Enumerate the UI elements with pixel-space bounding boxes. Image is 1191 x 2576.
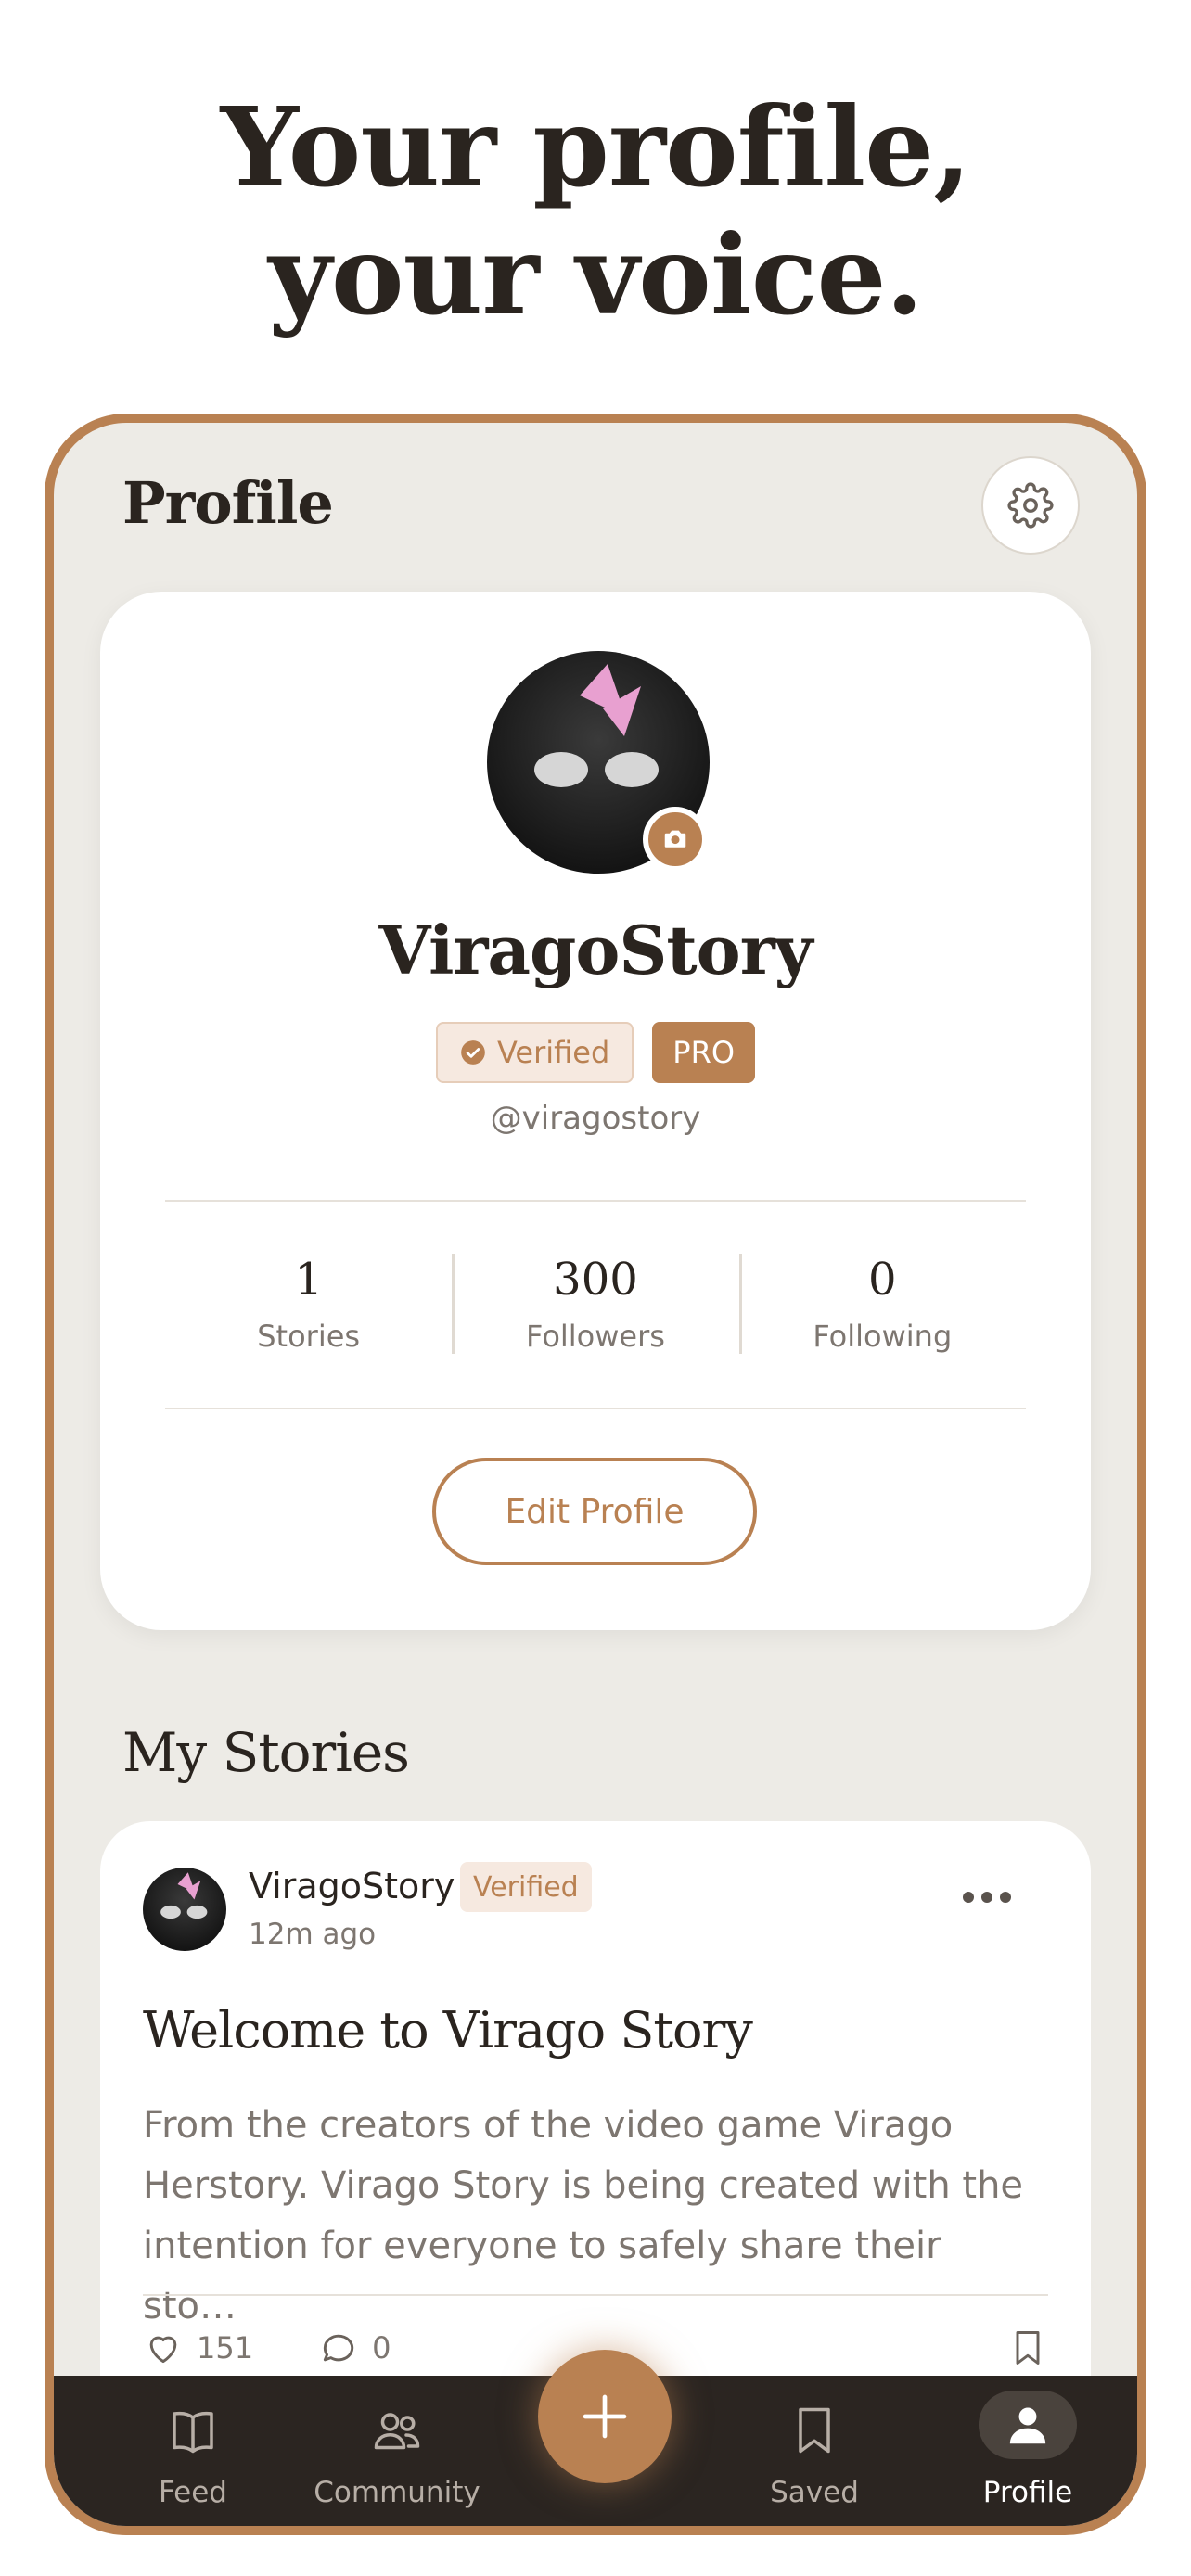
page-title: Profile — [122, 469, 334, 537]
stat-value: 300 — [553, 1254, 638, 1306]
tab-profile[interactable]: Profile — [954, 2376, 1102, 2526]
marketing-headline: Your profile, your voice. — [0, 83, 1191, 339]
verified-badge: Verified — [435, 1022, 634, 1083]
tab-label: Profile — [982, 2476, 1073, 2509]
save-story-button[interactable] — [1007, 2327, 1048, 2368]
stat-stories[interactable]: 1 Stories — [165, 1254, 452, 1354]
story-excerpt: From the creators of the video game Vira… — [143, 2104, 1024, 2327]
phone-frame: Profile ViragoStory Verified PRO @virago… — [45, 414, 1146, 2535]
story-title[interactable]: Welcome to Virago Story — [143, 2001, 753, 2060]
tab-saved[interactable]: Saved — [740, 2376, 889, 2526]
tab-community[interactable]: Community — [304, 2376, 490, 2526]
bookmark-icon — [799, 2407, 830, 2454]
profile-card: ViragoStory Verified PRO @viragostory 1 … — [100, 592, 1091, 1630]
avatar-face-icon — [160, 1872, 208, 1919]
profile-handle: @viragostory — [490, 1100, 701, 1137]
stat-label: Following — [813, 1319, 953, 1354]
people-icon — [374, 2413, 420, 2450]
divider — [165, 1200, 1026, 1202]
divider — [165, 1408, 1026, 1409]
story-verified-badge: Verified — [460, 1862, 592, 1912]
stat-value: 1 — [294, 1254, 323, 1306]
pro-badge: PRO — [652, 1022, 755, 1083]
divider — [143, 2294, 1048, 2296]
tab-label: Saved — [770, 2476, 859, 2509]
story-author-name[interactable]: ViragoStory — [249, 1866, 455, 1906]
stat-label: Stories — [257, 1319, 361, 1354]
tab-feed[interactable]: Feed — [119, 2376, 267, 2526]
tab-label: Community — [314, 2476, 480, 2509]
stat-followers[interactable]: 300 Followers — [452, 1254, 738, 1354]
settings-button[interactable] — [981, 456, 1080, 555]
check-circle-icon — [461, 1040, 485, 1065]
more-options-icon[interactable] — [963, 1892, 1011, 1903]
headline-line-2: your voice. — [268, 210, 923, 339]
profile-username: ViragoStory — [378, 911, 813, 989]
stat-value: 0 — [868, 1254, 897, 1306]
tab-label: Feed — [159, 2476, 227, 2509]
section-title-my-stories: My Stories — [122, 1721, 410, 1784]
edit-profile-button[interactable]: Edit Profile — [432, 1458, 757, 1565]
bookmark-icon — [1016, 2331, 1040, 2365]
plus-icon — [583, 2394, 627, 2439]
stat-label: Followers — [526, 1319, 665, 1354]
profile-badges: Verified PRO — [100, 1022, 1091, 1083]
story-timestamp: 12m ago — [249, 1918, 377, 1951]
verified-badge-label: Verified — [496, 1035, 610, 1070]
comment-icon — [323, 2334, 354, 2362]
story-author-avatar[interactable] — [143, 1868, 226, 1951]
heart-icon — [149, 2336, 177, 2364]
camera-icon — [664, 830, 686, 848]
comment-count: 0 — [372, 2330, 391, 2366]
book-icon — [173, 2411, 213, 2454]
comment-button[interactable]: 0 — [318, 2327, 391, 2368]
headline-line-1: Your profile, — [220, 83, 972, 211]
active-tab-indicator — [979, 2391, 1077, 2459]
stat-following[interactable]: 0 Following — [738, 1254, 1026, 1354]
like-count: 151 — [197, 2330, 254, 2366]
profile-stats: 1 Stories 300 Followers 0 Following — [165, 1254, 1026, 1354]
gear-icon — [1007, 482, 1054, 529]
create-story-button[interactable] — [538, 2350, 672, 2483]
like-button[interactable]: 151 — [143, 2327, 253, 2368]
user-icon — [1009, 2407, 1046, 2444]
profile-avatar-wrap[interactable] — [487, 651, 710, 874]
change-photo-button[interactable] — [643, 807, 708, 872]
